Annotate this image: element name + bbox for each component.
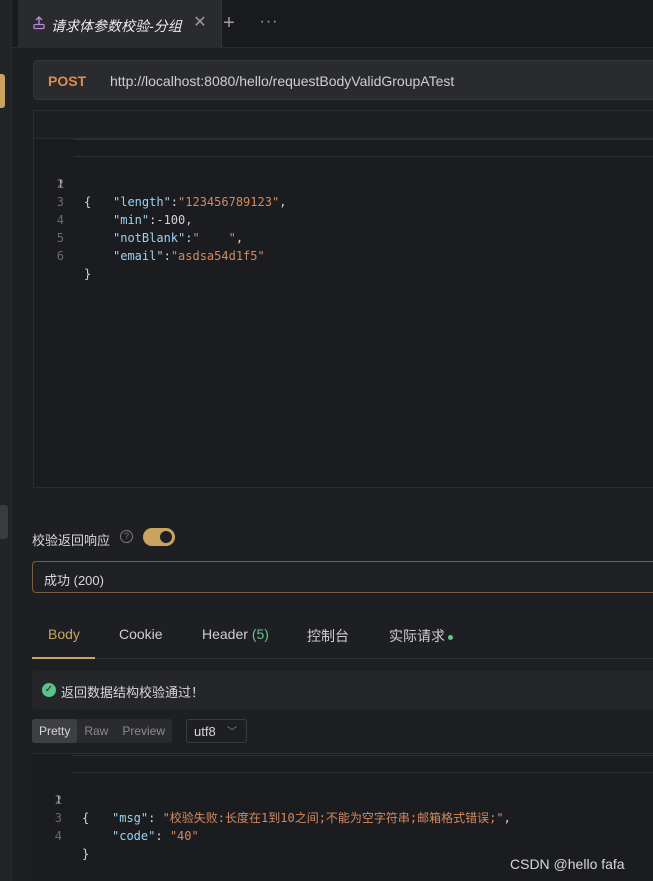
request-icon bbox=[33, 16, 45, 30]
json-sep: : bbox=[163, 249, 171, 263]
header-count-badge: (5) bbox=[251, 626, 269, 642]
response-body-code: 1 { 2 "msg": "校验失败:长度在1到10之间;不能为空字符串;邮箱格… bbox=[32, 754, 653, 861]
watermark: CSDN @hello fafa bbox=[510, 856, 625, 872]
request-url-bar: POST http://localhost:8080/hello/request… bbox=[33, 60, 653, 100]
encoding-value: utf8 bbox=[194, 724, 216, 739]
nav-indicator[interactable] bbox=[0, 505, 8, 539]
json-brace: } bbox=[84, 267, 92, 281]
json-value: "40" bbox=[169, 829, 199, 843]
format-preview-button[interactable]: Preview bbox=[115, 719, 172, 743]
code-line: 6 } bbox=[34, 229, 653, 281]
tab-title: 请求体参数校验-分组 bbox=[51, 18, 182, 34]
tab-console[interactable]: 控制台 bbox=[307, 626, 349, 646]
close-icon[interactable]: ✕ bbox=[191, 14, 209, 32]
check-circle-icon: ✓ bbox=[42, 683, 56, 697]
tab-header[interactable]: Header (5) bbox=[202, 626, 269, 642]
add-tab-icon[interactable]: + bbox=[218, 12, 240, 34]
status-select-value: 成功 (200) bbox=[44, 573, 104, 588]
url-input[interactable]: http://localhost:8080/hello/requestBodyV… bbox=[110, 73, 454, 89]
json-key: "code" bbox=[112, 829, 156, 843]
json-brace: } bbox=[82, 847, 90, 861]
response-tabs: Body Cookie Header (5) 控制台 实际请求 bbox=[32, 612, 653, 659]
json-sep: : bbox=[155, 829, 170, 843]
code-line: 1 { bbox=[34, 139, 653, 209]
active-line-highlight bbox=[74, 139, 653, 157]
json-field: "email":"asdsa54d1f5" bbox=[113, 247, 265, 265]
tab-actual-request[interactable]: 实际请求 bbox=[389, 626, 453, 646]
response-format-toggle: Pretty Raw Preview bbox=[32, 719, 173, 743]
validate-response-toggle[interactable] bbox=[143, 528, 175, 546]
validate-response-label: 校验返回响应 bbox=[32, 533, 111, 548]
request-body-code[interactable]: 1 { 2 "length":"123456789123", 3 "min":-… bbox=[34, 139, 653, 281]
code-line: 3 "min":-100, bbox=[34, 175, 653, 227]
tab-header-label: Header bbox=[202, 626, 248, 642]
line-number: 6 bbox=[56, 249, 64, 263]
json-key: "email" bbox=[113, 249, 164, 263]
request-body-editor[interactable]: 1 { 2 "length":"123456789123", 3 "min":-… bbox=[33, 110, 653, 488]
help-icon[interactable]: ? bbox=[120, 530, 133, 543]
toggle-knob bbox=[160, 531, 172, 543]
tab-actual-request-label: 实际请求 bbox=[389, 628, 445, 644]
code-line: 4 "notBlank":" ", bbox=[34, 193, 653, 245]
code-line: 4 } bbox=[32, 809, 653, 861]
code-line: 1 { bbox=[32, 755, 653, 825]
code-line: 2 "length":"123456789123", bbox=[34, 157, 653, 209]
status-dot-icon bbox=[448, 634, 453, 640]
line-number: 4 bbox=[54, 829, 62, 843]
active-nav-indicator[interactable] bbox=[0, 74, 5, 108]
response-status-select[interactable]: 成功 (200) bbox=[32, 561, 653, 593]
chevron-down-icon: ﹀ bbox=[227, 727, 237, 738]
tab-cookie[interactable]: Cookie bbox=[119, 626, 163, 642]
tab-body[interactable]: Body bbox=[48, 626, 80, 642]
encoding-select[interactable]: utf8 ﹀ bbox=[186, 719, 247, 743]
format-pretty-button[interactable]: Pretty bbox=[32, 719, 78, 743]
code-line: 2 "msg": "校验失败:长度在1到10之间;不能为空字符串;邮箱格式错误;… bbox=[32, 773, 653, 825]
validation-notice: ✓ 返回数据结构校验通过！ bbox=[32, 671, 653, 709]
left-sidebar-strip bbox=[0, 0, 12, 881]
tab-bar: 请求体参数校验-分组 ✕ + ··· bbox=[12, 0, 653, 48]
tab-request-body-validation[interactable]: 请求体参数校验-分组 ✕ bbox=[18, 0, 222, 48]
json-value: "asdsa54d1f5" bbox=[170, 249, 265, 263]
notice-text: 返回数据结构校验通过！ bbox=[61, 685, 205, 700]
editor-toolbar bbox=[34, 111, 653, 139]
more-icon[interactable]: ··· bbox=[258, 12, 280, 34]
active-tab-underline bbox=[32, 657, 95, 659]
active-line-highlight bbox=[72, 755, 653, 773]
json-field: "code": "40" bbox=[112, 827, 199, 845]
code-line: 5 "email":"asdsa54d1f5" bbox=[34, 211, 653, 263]
format-raw-button[interactable]: Raw bbox=[77, 719, 115, 743]
code-line: 3 "code": "40" bbox=[32, 791, 653, 843]
http-method[interactable]: POST bbox=[48, 73, 86, 89]
